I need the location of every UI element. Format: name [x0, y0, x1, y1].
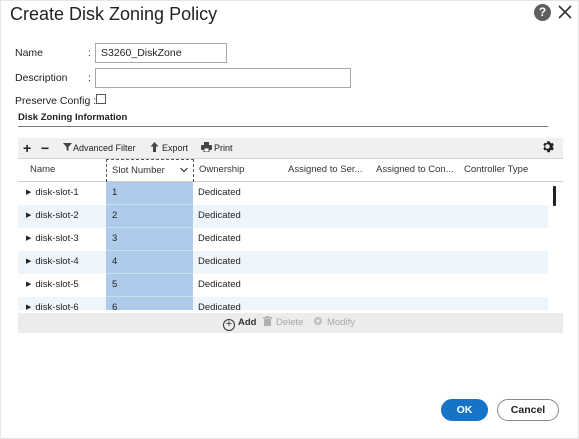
table-action-bar: + Add Delete Modify [18, 313, 563, 333]
ok-button[interactable]: OK [441, 399, 488, 421]
export-label: Export [162, 143, 189, 153]
row-slot-number: 1 [106, 182, 193, 205]
row-ownership: Dedicated [198, 233, 241, 244]
section-divider [18, 126, 548, 127]
column-header-slot-number[interactable]: Slot Number [106, 159, 194, 182]
trash-icon [263, 316, 272, 326]
row-ownership: Dedicated [198, 187, 241, 198]
description-input[interactable] [95, 68, 351, 88]
table-row[interactable]: ▶ disk-slot-3 3 Dedicated [18, 228, 548, 251]
row-name-cell: ▶ disk-slot-3 [26, 228, 79, 251]
remove-row-button[interactable]: − [41, 138, 49, 159]
row-ownership: Dedicated [198, 256, 241, 267]
column-header-ownership[interactable]: Ownership [199, 159, 281, 182]
row-ownership: Dedicated [198, 279, 241, 290]
table-body: ▶ disk-slot-1 1 Dedicated ▶ disk-slot-2 2 … [18, 182, 548, 310]
add-row-button[interactable]: + [23, 138, 31, 159]
expand-arrow-icon[interactable]: ▶ [26, 251, 31, 273]
modify-button[interactable]: Modify [313, 313, 355, 333]
table-row[interactable]: ▶ disk-slot-2 2 Dedicated [18, 205, 548, 228]
column-header-name[interactable]: Name [30, 159, 100, 182]
description-label: Description [15, 72, 68, 84]
row-name-cell: ▶ disk-slot-2 [26, 205, 79, 228]
table-toolbar: + − Advanced Filter Export Print [18, 138, 563, 159]
cancel-button[interactable]: Cancel [497, 399, 559, 421]
advanced-filter-label: Advanced Filter [73, 143, 136, 153]
column-header-assigned-to-server[interactable]: Assigned to Ser... [288, 159, 370, 182]
row-name-cell: ▶ disk-slot-1 [26, 182, 79, 205]
export-button[interactable]: Export [150, 138, 188, 159]
table-row[interactable]: ▶ disk-slot-5 5 Dedicated [18, 274, 548, 297]
expand-arrow-icon[interactable]: ▶ [26, 228, 31, 250]
name-colon: : [88, 47, 91, 59]
expand-arrow-icon[interactable]: ▶ [26, 182, 31, 204]
modify-label: Modify [327, 317, 355, 328]
gear-icon[interactable] [541, 140, 554, 158]
name-input[interactable]: S3260_DiskZone [95, 43, 227, 63]
table-row[interactable]: ▶ disk-slot-4 4 Dedicated [18, 251, 548, 274]
expand-arrow-icon[interactable]: ▶ [26, 297, 31, 310]
row-slot-number: 5 [106, 274, 193, 297]
row-name: disk-slot-5 [35, 279, 79, 290]
vertical-scrollbar[interactable] [550, 182, 562, 310]
slot-number-header-label: Slot Number [112, 165, 165, 176]
add-button[interactable]: + Add [223, 313, 256, 333]
expand-arrow-icon[interactable]: ▶ [26, 274, 31, 296]
close-icon[interactable] [556, 3, 574, 21]
delete-label: Delete [276, 317, 304, 328]
row-name: disk-slot-1 [35, 187, 79, 198]
chevron-down-icon [180, 160, 188, 182]
row-slot-number: 6 [106, 297, 193, 310]
table-row[interactable]: ▶ disk-slot-1 1 Dedicated [18, 182, 548, 205]
print-button[interactable]: Print [201, 138, 233, 159]
row-slot-number: 2 [106, 205, 193, 228]
preserve-config-checkbox[interactable] [96, 94, 106, 104]
plus-circle-icon: + [223, 319, 235, 331]
export-icon [150, 142, 159, 152]
column-header-assigned-to-controller[interactable]: Assigned to Con... [376, 159, 458, 182]
add-label: Add [238, 317, 257, 328]
preserve-config-label: Preserve Config : [15, 95, 97, 107]
row-name: disk-slot-6 [35, 302, 79, 310]
row-name: disk-slot-4 [35, 256, 79, 267]
row-name: disk-slot-2 [35, 210, 79, 221]
description-colon: : [88, 72, 91, 84]
row-name-cell: ▶ disk-slot-4 [26, 251, 79, 274]
disk-zoning-table: Name Slot Number Ownership Assigned to S… [18, 159, 563, 333]
column-header-controller-type[interactable]: Controller Type [464, 159, 554, 182]
dialog-title: Create Disk Zoning Policy [10, 4, 218, 24]
row-name: disk-slot-3 [35, 233, 79, 244]
print-label: Print [214, 143, 233, 153]
expand-arrow-icon[interactable]: ▶ [26, 205, 31, 227]
printer-icon [201, 142, 212, 153]
row-ownership: Dedicated [198, 302, 241, 310]
table-header: Name Slot Number Ownership Assigned to S… [18, 159, 563, 182]
name-label: Name [15, 47, 44, 59]
modify-gear-icon [313, 316, 323, 326]
create-disk-zoning-dialog: Create Disk Zoning Policy ? Name : S3260… [0, 0, 579, 439]
filter-icon [63, 143, 72, 151]
row-slot-number: 3 [106, 228, 193, 251]
advanced-filter-button[interactable]: Advanced Filter [63, 138, 136, 159]
help-icon[interactable]: ? [534, 4, 551, 21]
scrollbar-thumb[interactable] [553, 186, 556, 206]
table-row[interactable]: ▶ disk-slot-6 6 Dedicated [18, 297, 548, 310]
row-ownership: Dedicated [198, 210, 241, 221]
row-name-cell: ▶ disk-slot-5 [26, 274, 79, 297]
section-title: Disk Zoning Information [18, 112, 128, 123]
delete-button[interactable]: Delete [263, 313, 303, 333]
row-name-cell: ▶ disk-slot-6 [26, 297, 79, 310]
row-slot-number: 4 [106, 251, 193, 274]
